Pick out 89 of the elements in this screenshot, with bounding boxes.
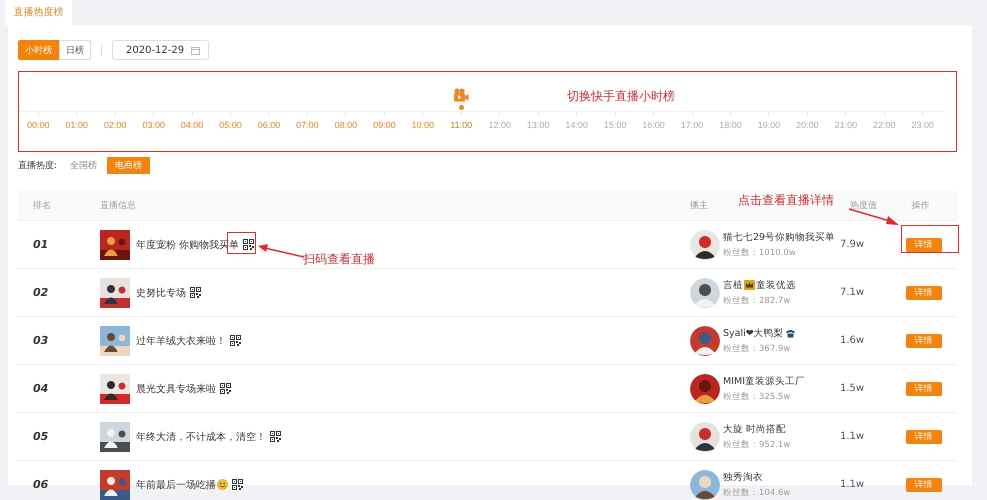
host-name[interactable]: 大旋 时尚搭配	[723, 422, 786, 436]
stream-title[interactable]: 晨光文具专场来啦	[136, 382, 216, 396]
details-button[interactable]: 详情	[906, 238, 942, 252]
stream-title[interactable]: 史努比专场	[136, 286, 186, 300]
hour-label[interactable]: 03:00	[142, 120, 165, 130]
hour-label[interactable]: 20:00	[796, 120, 819, 130]
telephone-icon	[784, 328, 796, 338]
qr-code-icon[interactable]	[270, 431, 281, 442]
qr-code-icon[interactable]	[230, 335, 241, 346]
annotation-note: 扫码查看直播	[303, 251, 375, 268]
host-name[interactable]: Syali❤大鸭梨	[723, 326, 784, 340]
annotation-box	[901, 225, 959, 253]
hour-label[interactable]: 00:00	[26, 120, 50, 130]
fan-count: 粉丝数：367.9w	[723, 342, 792, 354]
hour-label[interactable]: 11:00	[450, 120, 472, 130]
hour-label[interactable]: 05:00	[219, 120, 242, 130]
column-header: 直播信息	[100, 200, 136, 210]
fan-count: 粉丝数：1010.0w	[723, 246, 797, 258]
details-button[interactable]: 详情	[906, 478, 942, 492]
fan-count: 粉丝数：282.7w	[723, 294, 792, 306]
hour-label[interactable]: 21:00	[834, 120, 858, 130]
hour-label[interactable]: 18:00	[719, 120, 742, 130]
ranking-filter-tab[interactable]: 电商榜	[107, 156, 150, 174]
hour-label[interactable]: 15:00	[604, 120, 626, 130]
smiley-icon	[217, 479, 228, 490]
crown-badge-icon	[744, 280, 755, 290]
hour-label[interactable]: 14:00	[565, 120, 588, 130]
hour-label[interactable]: 01:00	[65, 120, 88, 130]
rank-mode-tab[interactable]: 小时榜	[18, 40, 59, 60]
rank-number: 01	[32, 238, 50, 251]
rank-number: 04	[32, 382, 50, 395]
hour-label[interactable]: 19:00	[758, 120, 780, 130]
qr-code-icon[interactable]	[220, 383, 231, 394]
hour-label[interactable]: 04:00	[180, 120, 204, 130]
hour-label[interactable]: 16:00	[642, 120, 665, 130]
fan-count: 粉丝数：952.1w	[723, 438, 790, 450]
details-button[interactable]: 详情	[906, 430, 942, 444]
column-header: 播主	[690, 200, 708, 210]
qr-code-icon[interactable]	[190, 287, 201, 298]
hour-label[interactable]: 23:00	[911, 120, 934, 130]
hour-label[interactable]: 22:00	[873, 120, 896, 130]
stream-title[interactable]: 年终大清，不计成本，清空！	[136, 430, 266, 444]
hour-label[interactable]: 10:00	[412, 120, 434, 130]
heat-value: 1.5w	[840, 383, 866, 394]
calendar-icon	[191, 46, 200, 54]
stream-title[interactable]: 年前最后一场吃播	[136, 478, 216, 492]
heat-value: 7.1w	[840, 287, 866, 298]
heat-value: 1.1w	[840, 431, 866, 442]
ranking-filter-tab[interactable]: 全国榜	[64, 156, 104, 174]
filter-label: 直播热度:	[18, 160, 58, 172]
host-name[interactable]: MIMI童装源头工厂	[723, 374, 805, 388]
annotation-arrow	[258, 244, 304, 258]
column-header: 热度值	[850, 200, 877, 210]
rank-mode-tab[interactable]: 日榜	[59, 40, 91, 60]
host-name[interactable]: 独秀淘衣	[723, 470, 763, 484]
hour-label[interactable]: 13:00	[526, 120, 550, 130]
rank-number: 05	[32, 430, 50, 443]
heat-value: 7.9w	[840, 239, 866, 250]
hour-label[interactable]: 12:00	[488, 120, 511, 130]
details-button[interactable]: 详情	[906, 286, 942, 300]
host-name[interactable]: 童装优选	[756, 278, 796, 292]
qr-code-icon[interactable]	[243, 239, 254, 250]
annotation-arrow	[848, 208, 899, 225]
hour-label[interactable]: 07:00	[296, 120, 319, 130]
video-camera-icon	[453, 88, 470, 102]
host-name[interactable]: 言植	[723, 278, 743, 292]
hour-label[interactable]: 17:00	[680, 120, 704, 130]
hour-label[interactable]: 06:00	[258, 120, 280, 130]
host-name[interactable]: 猫七七29号你购物我买单	[723, 230, 836, 244]
annotation-note: 点击查看直播详情	[738, 192, 834, 209]
hour-label[interactable]: 09:00	[373, 120, 396, 130]
heat-value: 1.1w	[840, 479, 866, 490]
column-header: 排名	[33, 200, 51, 210]
date-field[interactable]: 2020-12-29	[112, 40, 209, 60]
fan-count: 粉丝数：325.5w	[723, 390, 792, 402]
heat-value: 1.6w	[840, 335, 866, 346]
rank-number: 06	[32, 478, 50, 491]
qr-code-icon[interactable]	[232, 479, 243, 490]
annotation-note: 切换快手直播小时榜	[567, 88, 675, 105]
hour-label[interactable]: 08:00	[334, 120, 358, 130]
rank-number: 02	[32, 286, 50, 299]
column-header: 操作	[912, 200, 930, 210]
details-button[interactable]: 详情	[906, 382, 942, 396]
fan-count: 粉丝数：104.6w	[723, 486, 790, 498]
stream-title[interactable]: 过年羊绒大衣来啦！	[136, 334, 226, 348]
page-tab[interactable]: 直播热度榜	[5, 0, 72, 25]
details-button[interactable]: 详情	[906, 334, 942, 348]
rank-number: 03	[32, 334, 50, 347]
hour-label[interactable]: 02:00	[104, 120, 126, 130]
